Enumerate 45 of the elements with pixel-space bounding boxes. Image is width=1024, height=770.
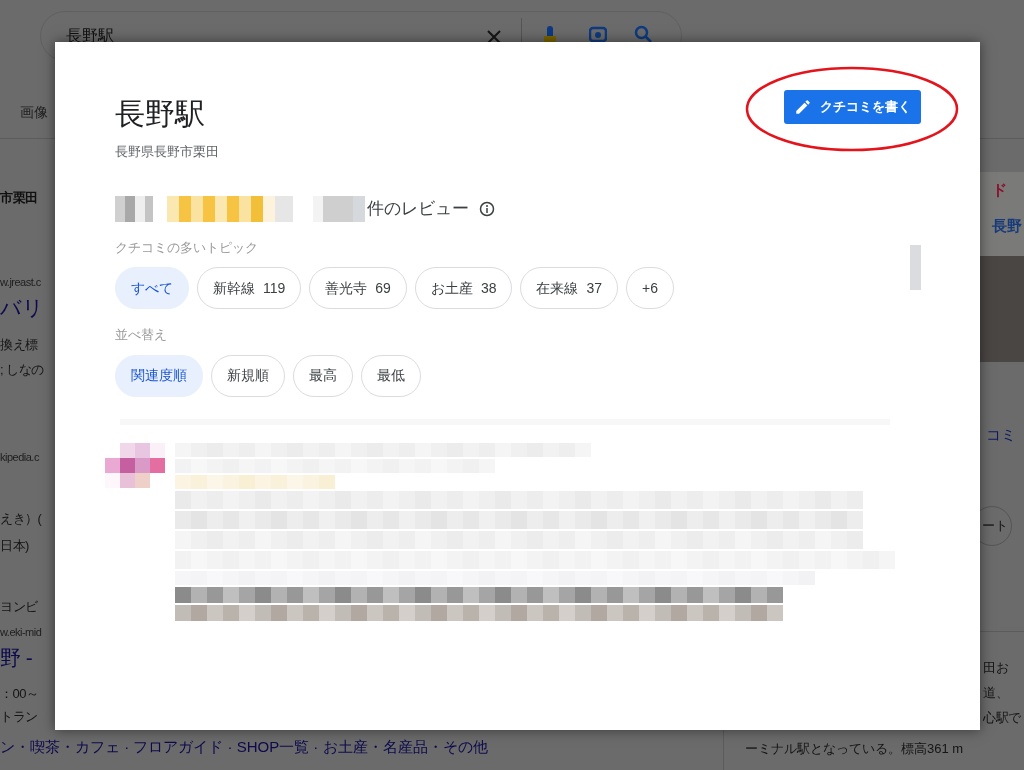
result-snippet: ヨンビ — [0, 598, 38, 616]
sort-chip[interactable]: 関連度順 — [115, 354, 203, 397]
nav-tab[interactable]: 画像 — [20, 102, 48, 123]
topic-chip[interactable]: すべて — [115, 267, 189, 309]
result-url: w.jreast.c — [0, 275, 41, 290]
search-field-value: 長野駅 — [66, 26, 114, 46]
map-label: ド — [992, 182, 1007, 198]
result-sitelinks[interactable]: ン・喫茶・カフェ · フロアガイド · SHOP一覧 · お土産・名産品・その他 — [0, 736, 488, 759]
result-title-link[interactable]: バリ — [0, 298, 43, 318]
search-icon[interactable] — [634, 25, 652, 43]
topic-chip[interactable]: お土産 38 — [414, 267, 513, 309]
result-text: 市栗田 — [0, 189, 38, 207]
review-count-label: 件のレビュー — [367, 197, 469, 220]
topics-heading: クチコミの多いトピック — [114, 238, 259, 257]
scrollbar-thumb — [910, 245, 921, 290]
sort-heading: 並べ替え — [114, 326, 168, 344]
place-title: 長野駅 — [115, 95, 206, 133]
close-icon[interactable] — [486, 29, 502, 45]
pencil-icon — [794, 98, 812, 116]
info-icon[interactable] — [479, 200, 495, 217]
place-address: 長野県長野市栗田 — [115, 143, 219, 161]
result-snippet: ; しなの — [0, 361, 44, 379]
write-review-button[interactable]: クチコミを書く — [784, 90, 921, 124]
sort-chip[interactable]: 最高 — [293, 354, 353, 397]
result-title-link[interactable]: 野 - — [0, 648, 33, 668]
topic-chip[interactable]: 在来線 37 — [520, 267, 619, 309]
sort-chip[interactable]: 最低 — [361, 354, 421, 397]
description-text: 道、 — [983, 684, 1008, 702]
topic-chip[interactable]: 新幹線 119 — [197, 267, 302, 309]
map-label: 長野 — [992, 218, 1022, 234]
camera-icon[interactable] — [589, 25, 607, 42]
result-snippet: ：00～ — [0, 685, 39, 703]
result-snippet: えき）( — [0, 510, 42, 528]
description-text: 田お — [983, 659, 1008, 677]
result-url: kipedia.c — [0, 450, 39, 465]
description-text: 心駅で — [983, 709, 1021, 727]
topic-chip[interactable]: 善光寺 69 — [309, 267, 407, 309]
result-snippet: トラン — [0, 708, 38, 726]
link-text[interactable]: コミ — [986, 424, 1016, 447]
topic-chip[interactable]: +6 — [626, 267, 675, 309]
result-snippet: 換え標 — [0, 336, 38, 354]
description-text: ーミナル駅となっている。標高361 m — [745, 740, 964, 758]
result-url: w.eki-mid — [0, 625, 42, 640]
result-snippet: 日本) — [0, 537, 29, 555]
sort-chip[interactable]: 新規順 — [211, 354, 285, 397]
